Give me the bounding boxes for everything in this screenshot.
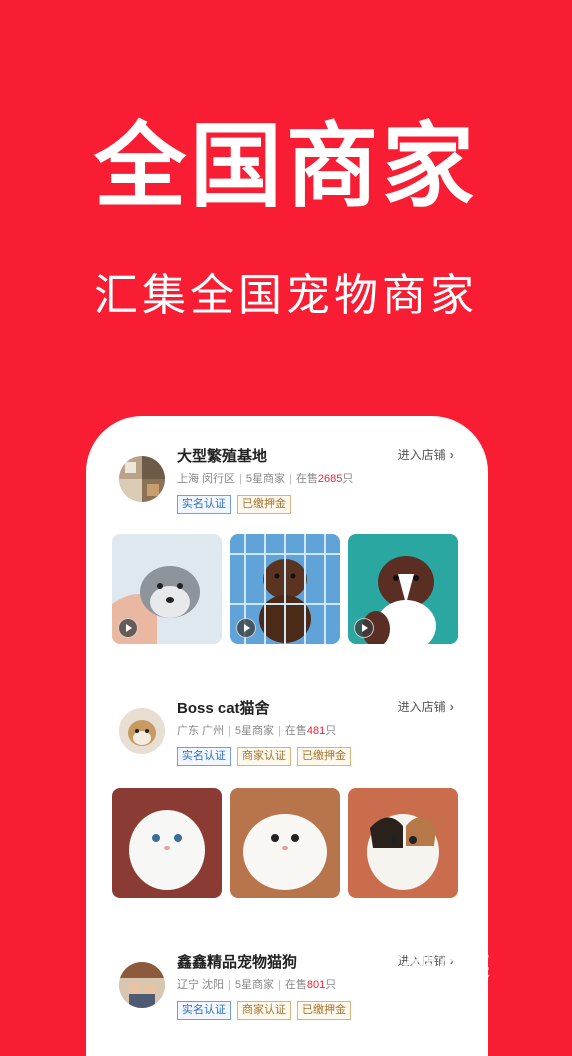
shop-location: 广东 广州 bbox=[177, 725, 225, 737]
enter-shop-link[interactable]: 进入店铺 › bbox=[398, 698, 454, 715]
hero-subtitle: 汇集全国宠物商家 bbox=[94, 271, 478, 320]
play-icon[interactable] bbox=[354, 618, 374, 638]
pet-photo[interactable] bbox=[112, 534, 222, 644]
play-icon[interactable] bbox=[236, 618, 256, 638]
on-sale-count: 481 bbox=[306, 725, 326, 737]
play-icon[interactable] bbox=[118, 618, 138, 638]
shop-rating: 5星商家 bbox=[234, 725, 275, 737]
shop-rating: 5星商家 bbox=[234, 979, 275, 991]
shop-rating: 5星商家 bbox=[245, 473, 286, 485]
shop-tags: 实名认证 商家认证 已缴押金 bbox=[177, 747, 351, 766]
enter-shop-label[interactable]: 进入店铺 bbox=[398, 700, 446, 714]
tag-real-name: 实名认证 bbox=[177, 747, 231, 766]
tag-real-name: 实名认证 bbox=[177, 495, 231, 514]
shop-tags: 实名认证 已缴押金 bbox=[177, 495, 291, 514]
shop-name[interactable]: Boss cat猫舍 bbox=[177, 697, 270, 718]
watermark: 鲤豆荚 bbox=[372, 932, 552, 992]
tag-real-name: 实名认证 bbox=[177, 1001, 231, 1020]
pet-photo[interactable] bbox=[230, 534, 340, 644]
pet-photos bbox=[112, 788, 458, 898]
on-sale-count: 801 bbox=[306, 979, 326, 991]
tag-deposit: 已缴押金 bbox=[297, 747, 351, 766]
tag-merchant: 商家认证 bbox=[237, 1001, 291, 1020]
shop-location: 上海 闵行区 bbox=[177, 473, 236, 485]
on-sale-suffix: 只 bbox=[325, 979, 337, 991]
shop-name[interactable]: 鑫鑫精品宠物猫狗 bbox=[177, 951, 297, 972]
bean-pod-icon bbox=[375, 939, 411, 973]
pet-photo[interactable] bbox=[112, 788, 222, 898]
on-sale-suffix: 只 bbox=[342, 473, 354, 485]
tag-deposit: 已缴押金 bbox=[297, 1001, 351, 1020]
pet-photo[interactable] bbox=[230, 788, 340, 898]
shop-meta: 广东 广州 | 5星商家 | 在售481只 bbox=[177, 725, 337, 737]
tag-merchant: 商家认证 bbox=[237, 747, 291, 766]
shop-avatar bbox=[119, 456, 165, 502]
shop-avatar bbox=[119, 962, 165, 1008]
shop-location: 辽宁 沈阳 bbox=[177, 979, 225, 991]
on-sale-prefix: 在售 bbox=[295, 473, 318, 485]
enter-shop-label[interactable]: 进入店铺 bbox=[398, 448, 446, 462]
chevron-right-icon: › bbox=[449, 699, 454, 714]
pet-photo[interactable] bbox=[348, 534, 458, 644]
on-sale-suffix: 只 bbox=[325, 725, 337, 737]
on-sale-prefix: 在售 bbox=[284, 979, 307, 991]
shop-name[interactable]: 大型繁殖基地 bbox=[177, 445, 267, 466]
hero-title: 全国商家 bbox=[93, 116, 478, 218]
shop-meta: 上海 闵行区 | 5星商家 | 在售2685只 bbox=[177, 473, 354, 485]
on-sale-prefix: 在售 bbox=[284, 725, 307, 737]
shop-meta: 辽宁 沈阳 | 5星商家 | 在售801只 bbox=[177, 979, 337, 991]
shop-avatar bbox=[119, 708, 165, 754]
chevron-right-icon: › bbox=[449, 447, 454, 462]
pet-photos bbox=[112, 534, 458, 644]
watermark-text: 鲤豆荚 bbox=[410, 951, 492, 981]
enter-shop-link[interactable]: 进入店铺 › bbox=[398, 446, 454, 463]
on-sale-count: 2685 bbox=[317, 473, 343, 485]
tag-deposit: 已缴押金 bbox=[237, 495, 291, 514]
shop-tags: 实名认证 商家认证 已缴押金 bbox=[177, 1001, 351, 1020]
pet-photo[interactable] bbox=[348, 788, 458, 898]
